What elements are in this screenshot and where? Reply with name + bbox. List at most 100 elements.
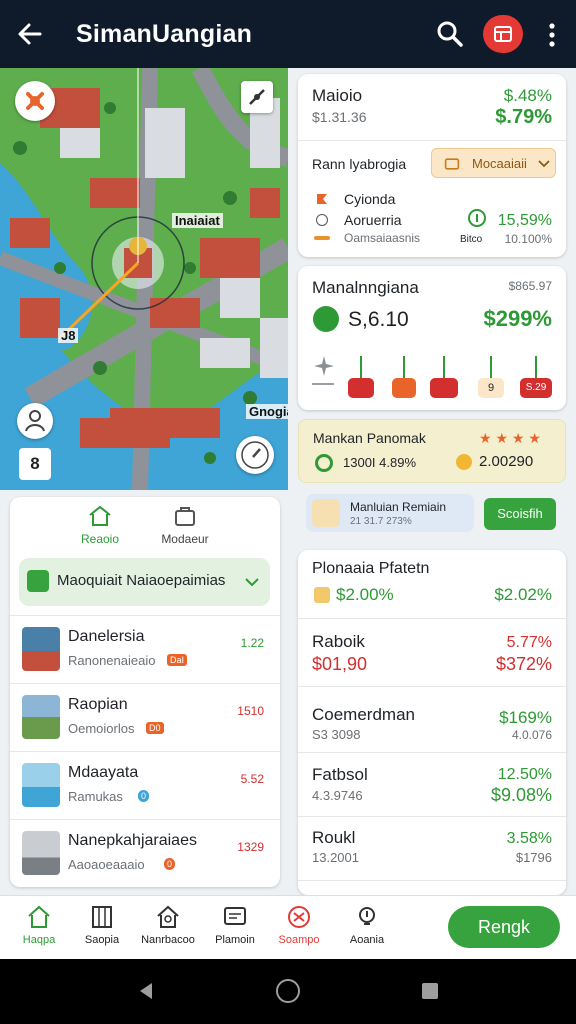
list-item[interactable]: Raopian Oemoiorlos D0 1510 bbox=[10, 683, 280, 751]
nav-item-building[interactable]: Saopia bbox=[71, 904, 133, 946]
list-item[interactable]: Nanepkahjaraiaes Aaoaoeaaaio 0 1329 bbox=[10, 819, 280, 887]
briefcase-icon bbox=[175, 507, 195, 526]
nav-label: Saopia bbox=[84, 934, 120, 946]
minus-icon bbox=[314, 236, 330, 240]
pct-small: 10.100% bbox=[504, 232, 552, 246]
price-row-2-value: S3 3098 bbox=[312, 727, 361, 742]
promo-strip[interactable]: Mankan Panomak ★ ★ ★ ★ 1300I 4.89% 2.002… bbox=[298, 419, 566, 483]
tab-reaoio-label: Reaoio bbox=[80, 532, 120, 546]
home-icon bbox=[28, 905, 50, 928]
nav-item-user-house[interactable]: Nanrbacoo bbox=[137, 904, 199, 946]
item-tag: DaI bbox=[167, 654, 188, 666]
select-dropdown[interactable]: Mocaaiaii bbox=[431, 148, 556, 178]
option-cyionda[interactable]: Cyionda bbox=[344, 191, 395, 207]
city-map[interactable]: 8 Inaiaiat Gnogia J8 bbox=[0, 68, 288, 490]
map-level-badge[interactable]: 8 bbox=[19, 448, 51, 480]
nav-label: Aoania bbox=[349, 934, 385, 946]
nav-label: Soampo bbox=[278, 934, 320, 946]
back-arrow-icon[interactable] bbox=[16, 20, 44, 48]
chevron-down-icon bbox=[538, 160, 550, 168]
price-left: $2.00% bbox=[336, 585, 394, 604]
item-value: 1510 bbox=[237, 704, 264, 718]
stat-bar-4[interactable]: 9 bbox=[478, 356, 504, 398]
map-location-button[interactable] bbox=[15, 81, 55, 121]
nav-item-bulb[interactable]: Aoania bbox=[336, 904, 398, 946]
banner-button[interactable]: Scoisfih bbox=[484, 498, 556, 530]
more-menu-icon[interactable] bbox=[544, 22, 560, 48]
map-tools-button[interactable] bbox=[241, 81, 273, 113]
stat-bar-5[interactable]: S.29 bbox=[520, 356, 552, 398]
promo-stars: ★ ★ ★ ★ bbox=[479, 430, 541, 446]
compass-icon bbox=[249, 89, 265, 105]
price-row-3-name: Fatbsol bbox=[312, 765, 368, 784]
map-navigate-button[interactable] bbox=[236, 436, 274, 474]
stat-bar-3[interactable] bbox=[430, 356, 458, 398]
price-row-3-p2: $9.08% bbox=[490, 785, 552, 805]
nav-item-ticket[interactable]: Soampo bbox=[268, 904, 330, 946]
nav-item-message[interactable]: Plamoin bbox=[204, 904, 266, 946]
promo-right-val: 2.00290 bbox=[479, 453, 534, 470]
list-item[interactable]: Mdaayata Ramukas 0 5.52 bbox=[10, 751, 280, 819]
item-sub: Oemoiorlos bbox=[68, 721, 135, 736]
stat-bar-4-label: 9 bbox=[487, 382, 495, 394]
item-thumbnail bbox=[22, 695, 60, 739]
item-value: 5.52 bbox=[240, 772, 264, 786]
stat-title: Manalnngiana bbox=[312, 278, 419, 297]
promo-left-val: 1300I 4.89% bbox=[343, 455, 417, 470]
price-row-1-p1: 5.77% bbox=[506, 634, 552, 651]
wallet-icon bbox=[444, 158, 460, 170]
promo-title: Mankan Panomak bbox=[313, 430, 426, 446]
back-triangle-icon[interactable] bbox=[136, 981, 156, 1001]
bottom-nav: Haqpa Saopia Nanrbacoo Plamoin Soampo Ao… bbox=[0, 895, 576, 959]
radio-icon[interactable] bbox=[316, 214, 328, 226]
item-title: Mdaayata bbox=[68, 764, 139, 781]
stat-card: Manalnngiana $865.97 S,6.10 $299% 9 S.29 bbox=[298, 266, 566, 410]
nav-label: Plamoin bbox=[215, 934, 255, 946]
nav-item-home[interactable]: Haqpa bbox=[8, 904, 70, 946]
sparkle-icon bbox=[314, 356, 334, 376]
bulb-icon bbox=[359, 907, 375, 925]
price-left-icon bbox=[314, 587, 330, 603]
price-row-3-p1: 12.50% bbox=[497, 766, 552, 783]
bookmark-button[interactable] bbox=[483, 15, 523, 53]
mini-banner[interactable]: Manluian Remiain 21 31.7 273% bbox=[306, 494, 474, 532]
cta-button[interactable]: Rengk bbox=[448, 906, 560, 948]
stat-bars: 9 S.29 bbox=[346, 354, 561, 404]
item-title: Nanepkahjaraiaes bbox=[68, 832, 197, 849]
stat-bar-5-label: S.29 bbox=[525, 382, 547, 393]
category-icon bbox=[27, 570, 49, 592]
home-circle-icon[interactable] bbox=[275, 978, 301, 1004]
tab-reaoio[interactable]: Reaoio bbox=[70, 505, 130, 546]
item-value: 1.22 bbox=[240, 636, 264, 650]
map-user-button[interactable] bbox=[17, 403, 53, 439]
category-dropdown[interactable]: Maoquiait Naiaoepaimias bbox=[19, 558, 270, 606]
left-panel: Reaoio Modaeur Maoquiait Naiaoepaimias D… bbox=[10, 497, 280, 887]
price-row-2-name: Coemerdman bbox=[312, 705, 415, 724]
option-aoruerria[interactable]: Aoruerria bbox=[344, 212, 402, 228]
item-thumbnail bbox=[22, 627, 60, 671]
stat-bar-2[interactable] bbox=[392, 356, 416, 398]
home-icon bbox=[89, 505, 111, 526]
info-card-title: Maioio bbox=[312, 86, 363, 105]
recents-square-icon[interactable] bbox=[420, 981, 440, 1001]
tab-modaeur[interactable]: Modaeur bbox=[155, 505, 215, 546]
item-sub: Aaoaoeaaaio bbox=[68, 857, 145, 872]
stat-bar-1[interactable] bbox=[348, 356, 374, 398]
search-icon[interactable] bbox=[436, 20, 464, 48]
price-row-4-name: Roukl bbox=[312, 828, 356, 847]
price-row-2-p1: $169% bbox=[499, 708, 552, 727]
chevron-down-icon bbox=[245, 578, 259, 586]
price-title: Plonaaia Pfatetn bbox=[312, 560, 430, 577]
pct-small-label: Bitco bbox=[460, 234, 483, 245]
item-thumbnail bbox=[22, 763, 60, 807]
toggle-icon[interactable] bbox=[468, 209, 486, 227]
item-thumbnail bbox=[22, 831, 60, 875]
price-card: Plonaaia Pfatetn $2.00% $2.02% Raboik $0… bbox=[298, 550, 566, 895]
price-row-4-value: 13.2001 bbox=[312, 850, 359, 865]
list-item[interactable]: Danelersia Ranonenaieaio DaI 1.22 bbox=[10, 615, 280, 683]
navigate-icon bbox=[241, 441, 269, 469]
banner-sub: 21 31.7 273% bbox=[350, 516, 412, 527]
map-label-inaiaiat: Inaiaiat bbox=[172, 213, 223, 228]
item-tag: D0 bbox=[146, 722, 164, 734]
info-card-sub: $1.31.36 bbox=[312, 109, 367, 125]
